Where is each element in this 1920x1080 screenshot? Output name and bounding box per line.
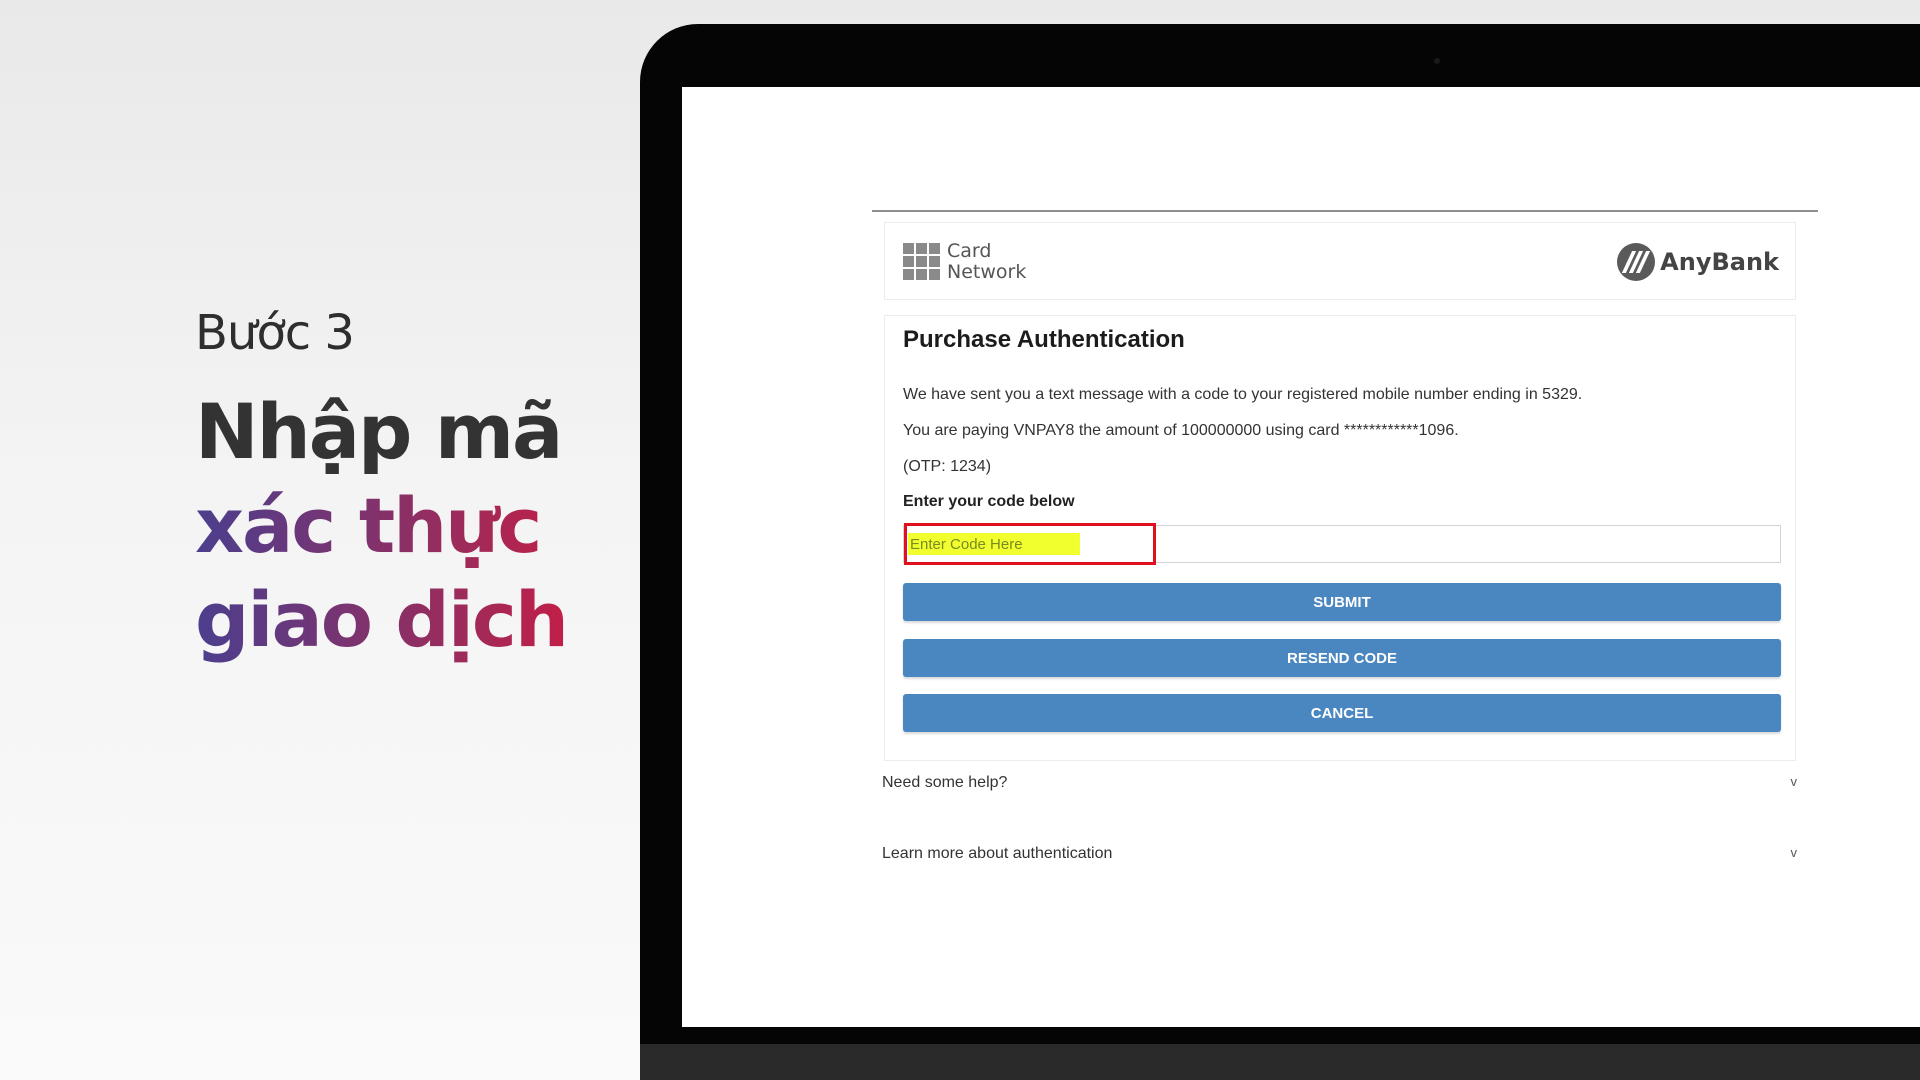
learn-more-toggle[interactable]: Learn more about authentication v [882,845,1797,869]
submit-button[interactable]: SUBMIT [903,583,1781,621]
laptop-frame: Card Network AnyBank Purchase Authentica… [640,24,1920,1080]
laptop-bottom-bezel [640,1044,1920,1080]
need-help-label: Need some help? [882,774,1008,791]
card-network-logo-text: Card Network [947,241,1026,283]
chevron-down-icon: v [1790,774,1798,789]
anybank-name: AnyBank [1660,248,1779,276]
sms-message: We have sent you a text message with a c… [903,386,1583,403]
card-network-grid-icon [903,243,940,280]
resend-code-button[interactable]: RESEND CODE [903,639,1781,677]
page-title: Purchase Authentication [903,326,1185,353]
caption-line-3: giao dịch [195,573,569,667]
brand-bar: Card Network AnyBank [884,222,1796,300]
anybank-stripes-icon [1617,243,1656,281]
learn-more-label: Learn more about authentication [882,845,1113,862]
caption-line-1: Nhập mã [195,387,563,476]
authentication-card: Purchase Authentication We have sent you… [884,315,1796,761]
top-divider [872,210,1818,212]
need-help-toggle[interactable]: Need some help? v [882,774,1797,798]
cancel-button[interactable]: CANCEL [903,694,1781,732]
code-input[interactable] [904,526,1780,562]
payment-info: You are paying VNPAY8 the amount of 1000… [903,422,1459,439]
caption-line-2: xác thực [195,479,567,573]
step-label: Bước 3 [195,305,355,361]
laptop-screen: Card Network AnyBank Purchase Authentica… [682,87,1920,1027]
card-network-line-1: Card [947,240,992,262]
camera-dot [1434,58,1440,64]
card-network-line-2: Network [947,261,1027,283]
anybank-logo: AnyBank [1617,243,1779,281]
otp-hint: (OTP: 1234) [903,458,992,475]
code-label: Enter your code below [903,493,1075,510]
step-caption: Bước 3 Nhập mã xác thực giao dịch [195,305,569,667]
code-input-wrapper [903,523,1781,565]
chevron-down-icon: v [1790,845,1798,860]
